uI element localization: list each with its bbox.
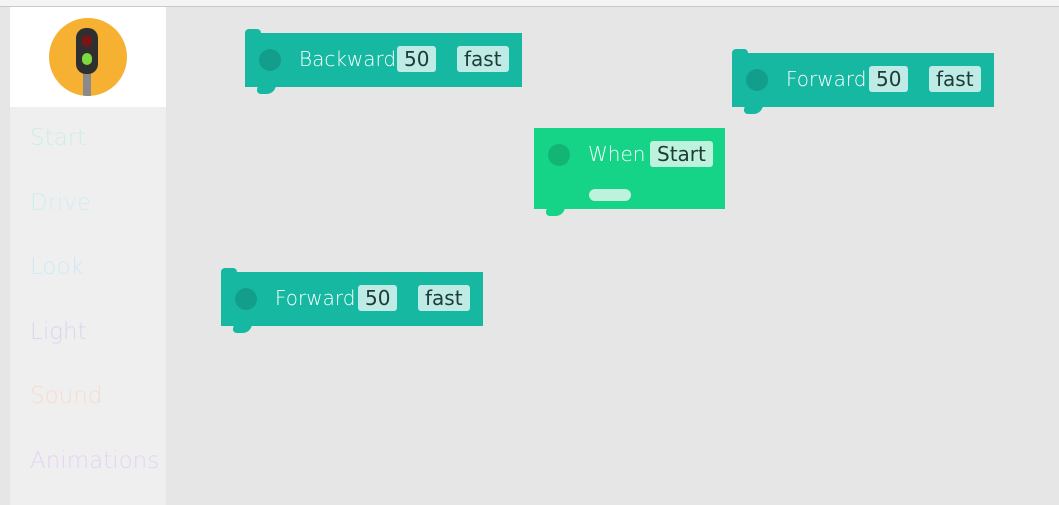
speed-chip[interactable]: fast: [418, 285, 470, 311]
block-handle[interactable]: [259, 49, 281, 71]
block-handle[interactable]: [548, 144, 570, 166]
category-drive[interactable]: Drive: [30, 190, 91, 216]
traffic-light-green-lamp: [82, 53, 92, 65]
category-start[interactable]: Start: [30, 125, 86, 151]
category-animations[interactable]: Animations: [30, 448, 159, 474]
block-tab: [742, 104, 764, 114]
block-tab: [255, 84, 277, 94]
forward-block[interactable]: Forward 50 fast: [221, 268, 483, 333]
block-handle[interactable]: [746, 69, 768, 91]
distance-value-chip[interactable]: 50: [358, 285, 398, 311]
traffic-light-red-lamp: [82, 35, 92, 47]
block-tab: [544, 206, 566, 216]
sidebar: Start Drive Look Light Sound Animations: [10, 7, 166, 505]
speed-chip[interactable]: fast: [929, 66, 981, 92]
category-sound[interactable]: Sound: [30, 383, 102, 409]
block-label: When: [588, 142, 646, 166]
distance-value-chip[interactable]: 50: [869, 66, 909, 92]
block-tab: [231, 323, 253, 333]
backward-block[interactable]: Backward 50 fast: [245, 29, 522, 94]
forward-block[interactable]: Forward 50 fast: [732, 49, 994, 114]
traffic-light-icon[interactable]: [49, 18, 127, 96]
when-start-block[interactable]: When Start: [534, 128, 725, 216]
block-label: Forward: [786, 67, 867, 91]
block-label: Backward: [299, 47, 397, 71]
block-label: Forward: [275, 286, 356, 310]
category-look[interactable]: Look: [30, 254, 84, 280]
block-handle[interactable]: [235, 288, 257, 310]
speed-chip[interactable]: fast: [457, 46, 509, 72]
trigger-chip[interactable]: Start: [650, 141, 713, 167]
logo-area: [10, 7, 166, 107]
window-top-edge: [0, 0, 1059, 7]
block-notch: [245, 29, 261, 37]
block-drop-slot: [589, 189, 631, 201]
distance-value-chip[interactable]: 50: [397, 46, 437, 72]
category-light[interactable]: Light: [30, 319, 87, 345]
block-notch: [732, 49, 748, 57]
block-notch: [221, 268, 237, 276]
